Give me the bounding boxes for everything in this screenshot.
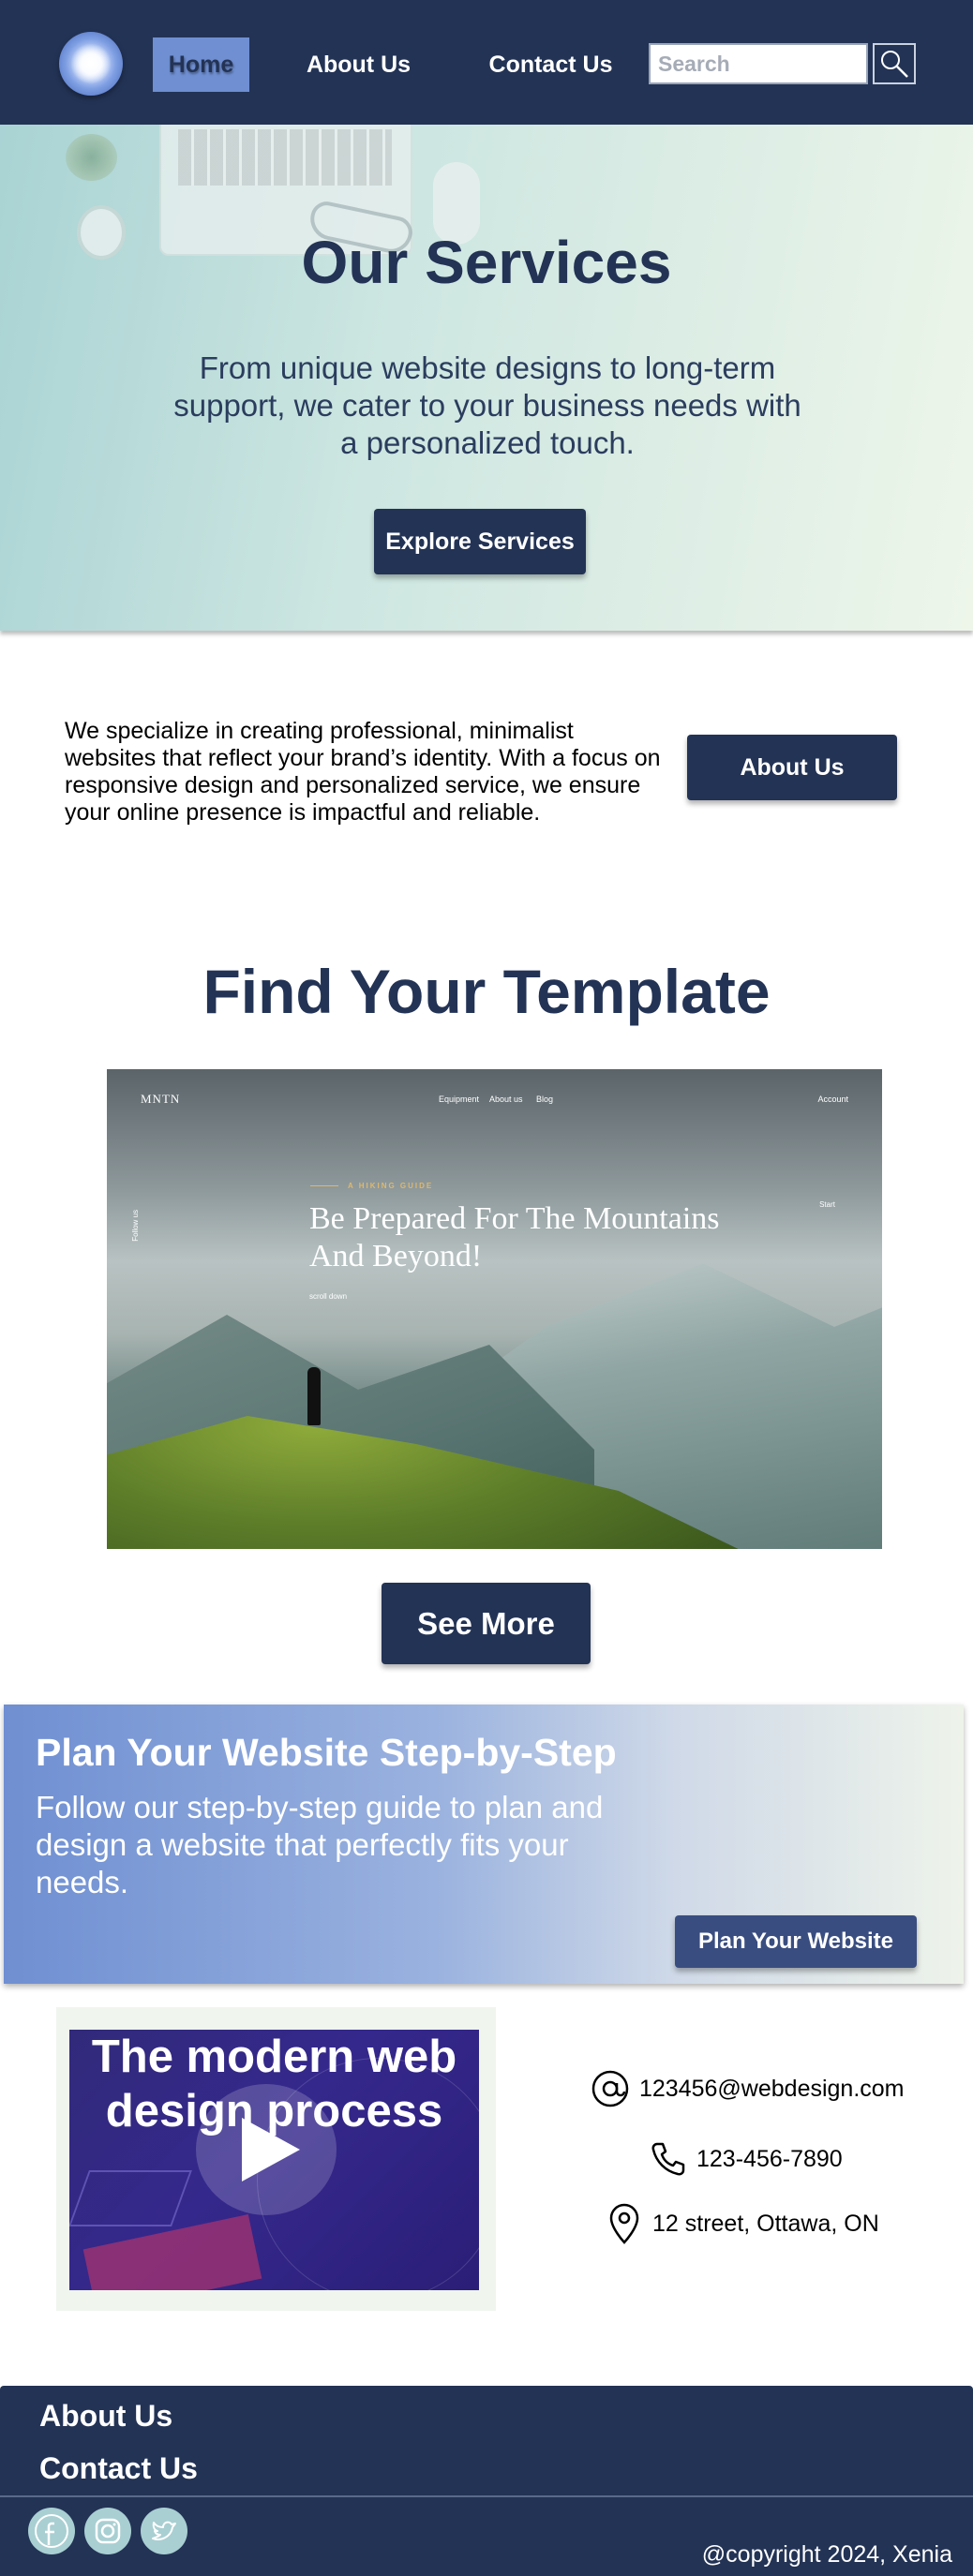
twitter-icon[interactable] (141, 2508, 187, 2554)
contact-phone[interactable]: 123-456-7890 (650, 2140, 843, 2178)
hero-bg-plant (66, 134, 117, 181)
plan-description: Follow our step-by-step guide to plan an… (36, 1790, 604, 1899)
map-pin-icon (609, 2203, 639, 2244)
search-input[interactable] (649, 43, 868, 84)
search-icon (881, 51, 908, 78)
contact-email-text: 123456@webdesign.com (639, 2075, 905, 2102)
play-icon (242, 2118, 300, 2181)
preview-scroll: scroll down (309, 1292, 348, 1301)
video-card: The modern web design process (56, 2007, 496, 2311)
nav-home-link[interactable]: Home (153, 37, 249, 92)
footer-about-link[interactable]: About Us (39, 2399, 172, 2434)
hero-subtitle: From unique website designs to long-term… (173, 350, 801, 460)
twitter-glyph (152, 2521, 176, 2540)
preview-nav-item: About us (489, 1094, 523, 1104)
hero-bg-keyboard (178, 129, 392, 186)
preview-nav-item: Blog (536, 1094, 554, 1104)
preview-follow: Follow us (131, 1210, 140, 1242)
preview-start: Start (819, 1200, 835, 1209)
copyright-text: @copyright 2024, Xenia (701, 2541, 952, 2568)
plan-banner: Plan Your Website Step-by-Step Follow ou… (4, 1705, 964, 1984)
preview-hiker (307, 1367, 321, 1425)
facebook-icon[interactable] (28, 2508, 75, 2554)
contact-phone-text: 123-456-7890 (696, 2145, 843, 2172)
preview-brand: MNTN (141, 1092, 181, 1106)
play-button[interactable] (196, 2084, 337, 2215)
footer: About Us Contact Us @copyright 2024, Xen… (0, 2386, 973, 2576)
template-section-title: Find Your Template (202, 957, 771, 1026)
facebook-glyph (35, 2514, 68, 2548)
hero-section: Our Services From unique website designs… (0, 125, 973, 631)
preview-nav-item: Equipment (439, 1094, 480, 1104)
explore-services-button[interactable]: Explore Services (374, 509, 586, 574)
video-player[interactable]: The modern web design process (69, 2030, 479, 2290)
search-button[interactable] (873, 43, 916, 84)
plan-title: Plan Your Website Step-by-Step (36, 1731, 617, 1774)
contact-address-text: 12 street, Ottawa, ON (652, 2210, 879, 2237)
preview-headline: Be Prepared For The Mountains And Beyond… (309, 1201, 720, 1273)
contact-email[interactable]: 123456@webdesign.com (591, 2069, 905, 2108)
about-us-button[interactable]: About Us (687, 735, 897, 800)
instagram-glyph (95, 2518, 121, 2544)
plan-website-button[interactable]: Plan Your Website (675, 1915, 917, 1968)
instagram-icon[interactable] (84, 2508, 131, 2554)
see-more-button[interactable]: See More (382, 1583, 591, 1664)
sparkle-logo-icon[interactable] (59, 32, 123, 96)
video-bg-shape (69, 2170, 192, 2226)
nav-contact-link[interactable]: Contact Us (483, 37, 619, 92)
footer-divider (0, 2495, 973, 2497)
top-navbar: Home About Us Contact Us (0, 0, 973, 125)
phone-icon (651, 2142, 685, 2176)
at-sign-icon (591, 2070, 629, 2107)
about-description: We specialize in creating professional, … (65, 718, 661, 826)
template-preview-image[interactable]: MNTN Equipment About us Blog Account Fol… (107, 1069, 882, 1549)
footer-contact-link[interactable]: Contact Us (39, 2451, 198, 2486)
contact-address[interactable]: 12 street, Ottawa, ON (606, 2202, 879, 2245)
hero-title: Our Services (301, 229, 672, 296)
preview-account: Account (817, 1094, 848, 1104)
nav-about-link[interactable]: About Us (300, 37, 417, 92)
preview-kicker: A HIKING GUIDE (310, 1182, 433, 1190)
